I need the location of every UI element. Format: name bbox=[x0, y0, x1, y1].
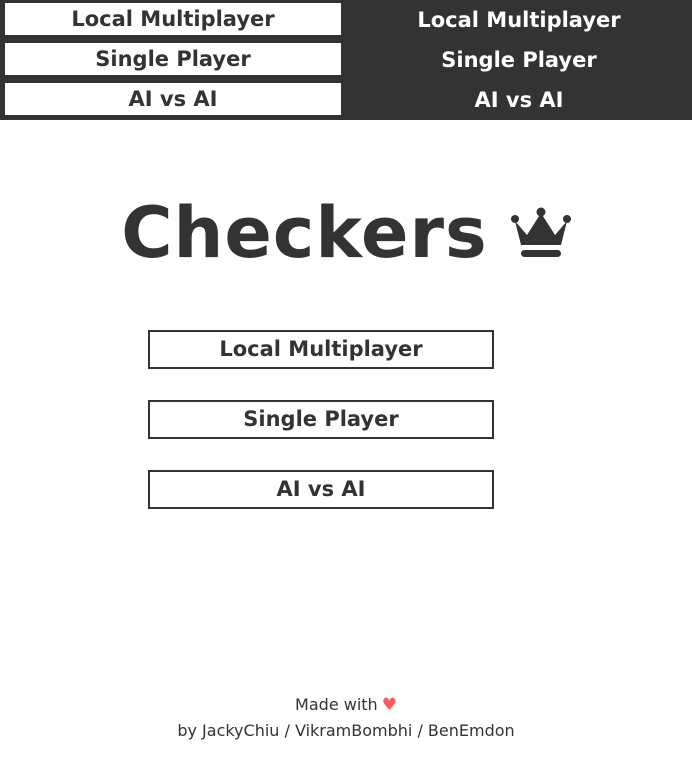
made-with-line: Made with ♥ bbox=[0, 692, 692, 718]
heart-icon: ♥ bbox=[381, 695, 397, 715]
single-player-button[interactable]: Single Player bbox=[148, 400, 494, 439]
credits-text: by JackyChiu / VikramBombhi / BenEmdon bbox=[177, 721, 515, 740]
top-dark-single-player-button[interactable]: Single Player bbox=[346, 40, 692, 80]
made-with-text: Made with bbox=[295, 695, 378, 714]
ai-vs-ai-button[interactable]: AI vs AI bbox=[148, 470, 494, 509]
title-text: Checkers bbox=[121, 192, 488, 274]
top-light-local-multiplayer-button[interactable]: Local Multiplayer bbox=[3, 3, 343, 35]
page-title: Checkers bbox=[0, 188, 692, 278]
top-button-strip: Local Multiplayer Single Player AI vs AI… bbox=[0, 0, 692, 120]
top-light-button-group: Local Multiplayer Single Player AI vs AI bbox=[0, 0, 346, 120]
top-dark-local-multiplayer-button[interactable]: Local Multiplayer bbox=[346, 0, 692, 40]
top-light-ai-vs-ai-button[interactable]: AI vs AI bbox=[3, 83, 343, 115]
footer: Made with ♥ by JackyChiu / VikramBombhi /… bbox=[0, 692, 692, 743]
top-dark-ai-vs-ai-button[interactable]: AI vs AI bbox=[346, 80, 692, 120]
crown-icon bbox=[510, 207, 571, 257]
local-multiplayer-button[interactable]: Local Multiplayer bbox=[148, 330, 494, 369]
top-light-single-player-button[interactable]: Single Player bbox=[3, 43, 343, 75]
